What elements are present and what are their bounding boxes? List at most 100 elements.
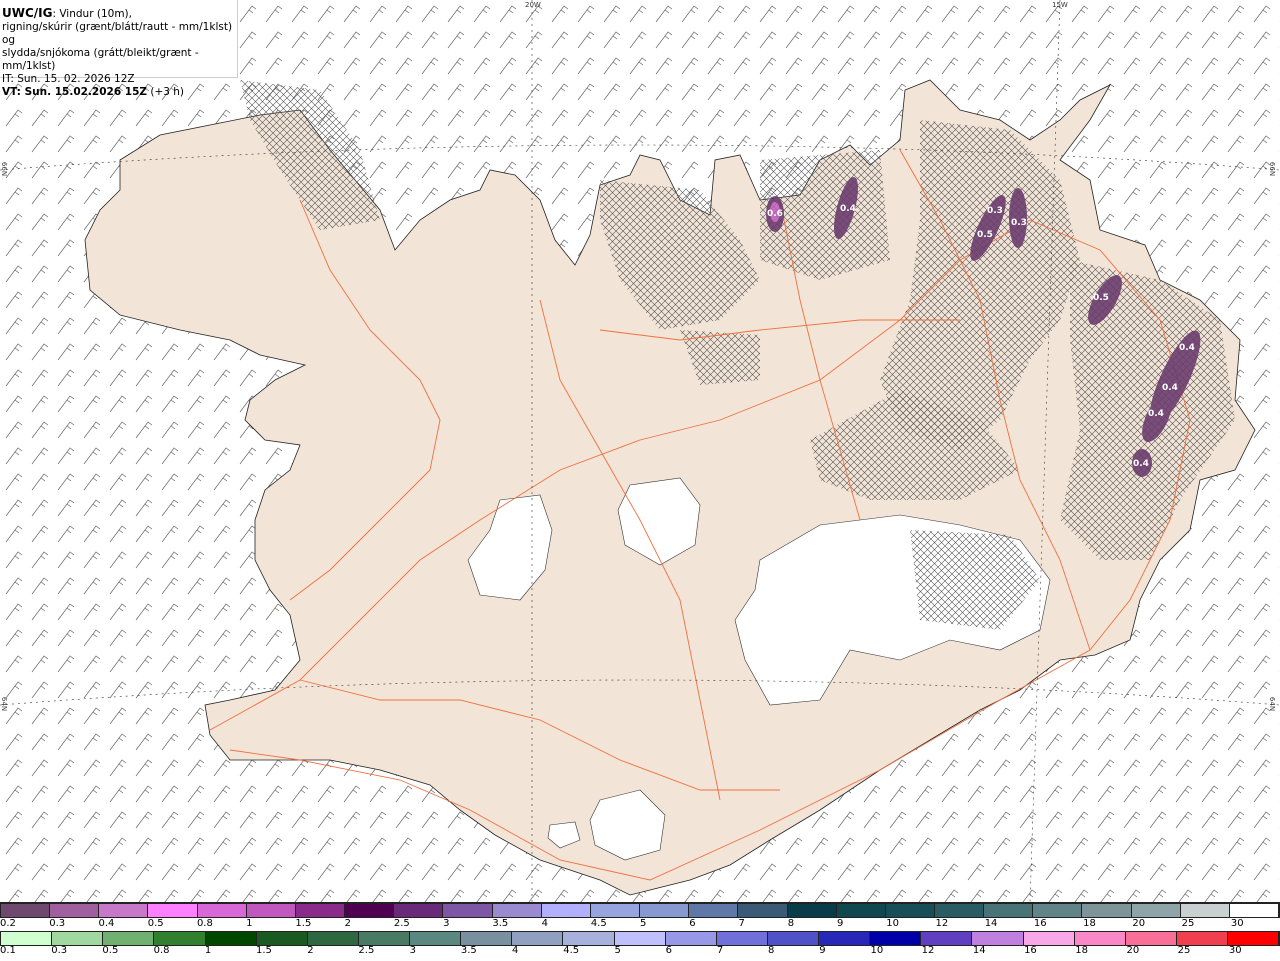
legend-label: 0.3 xyxy=(51,945,68,956)
legend-label: 9 xyxy=(836,918,844,929)
legend-swatch xyxy=(819,932,871,945)
legend-label: 16 xyxy=(1024,945,1037,956)
legend-swatch xyxy=(443,904,493,917)
legend-label: 0.5 xyxy=(147,918,164,929)
legend-swatch xyxy=(665,932,717,945)
info-line2: rigning/skúrir (grænt/blátt/rautt - mm/1… xyxy=(2,21,233,46)
svg-text:0.4: 0.4 xyxy=(1162,383,1178,393)
legend-swatch xyxy=(1229,904,1280,917)
legend-label: 3 xyxy=(409,945,416,956)
legend-label: 4.5 xyxy=(563,945,580,956)
info-box: UWC/IG: Vindur (10m), rigning/skúrir (gr… xyxy=(0,0,238,98)
legend-swatch xyxy=(307,932,359,945)
valid-offset: (+3 h) xyxy=(147,86,185,98)
svg-text:0.5: 0.5 xyxy=(977,230,993,240)
legend-label: 20 xyxy=(1126,945,1140,956)
legend-swatch xyxy=(197,904,247,917)
legend-label: 6 xyxy=(689,918,696,929)
info-line3: slydda/snjókoma (grátt/bleikt/grænt - mm… xyxy=(2,47,199,72)
init-time: IT: Sun. 15. 02. 2026 12Z xyxy=(2,73,135,85)
legend-label: 0.2 xyxy=(0,918,16,929)
info-line1: : Vindur (10m), xyxy=(52,8,132,20)
lat-label-66n-left: 66N xyxy=(0,161,9,177)
svg-text:0.4: 0.4 xyxy=(1133,459,1149,469)
legend-label: 18 xyxy=(1075,945,1088,956)
legend-swatch xyxy=(1125,932,1177,945)
lat-label-64n-right: 64N xyxy=(1268,696,1277,712)
legend-rain-colorbar xyxy=(0,931,1280,946)
legend-label: 10 xyxy=(870,945,884,956)
svg-text:0.4: 0.4 xyxy=(1179,343,1195,353)
legend-label: 18 xyxy=(1083,918,1096,929)
legend-swatch xyxy=(836,904,886,917)
legend-label: 9 xyxy=(819,945,826,956)
legend-swatch xyxy=(148,904,198,917)
legend-label: 1.5 xyxy=(256,945,272,956)
legend-swatch xyxy=(716,932,768,945)
legend-swatch xyxy=(1,904,51,917)
lat-label-66n-right: 66N xyxy=(1268,161,1277,177)
legend-label: 0.3 xyxy=(49,918,66,929)
legend-swatch xyxy=(394,904,444,917)
legend-label: 16 xyxy=(1033,918,1047,929)
svg-text:0.5: 0.5 xyxy=(1093,293,1109,303)
legend-label: 7 xyxy=(716,945,724,956)
svg-text:0.4: 0.4 xyxy=(840,204,856,214)
legend-label: 0.1 xyxy=(0,945,16,956)
legend-swatch xyxy=(563,932,615,945)
legend-swatch xyxy=(640,904,690,917)
legend-label: 4 xyxy=(512,945,519,956)
legend-swatch xyxy=(461,932,513,945)
legend-swatch xyxy=(492,904,542,917)
legend-label: 14 xyxy=(984,918,998,929)
legend-swatch xyxy=(103,932,155,945)
legend-label: 2 xyxy=(344,918,352,929)
legend-label: 2.5 xyxy=(393,918,410,929)
legend-swatch xyxy=(767,932,819,945)
legend-swatch xyxy=(870,932,922,945)
legend-swatch xyxy=(614,932,666,945)
legend-label: 30 xyxy=(1230,918,1244,929)
legend-swatch xyxy=(1033,904,1083,917)
legend-swatch xyxy=(52,932,104,945)
legend-label: 4 xyxy=(541,918,548,929)
legend-label: 0.5 xyxy=(102,945,119,956)
legend-swatch xyxy=(921,932,973,945)
lat-label-64n-left: 64N xyxy=(0,696,9,712)
svg-text:0.3: 0.3 xyxy=(987,206,1003,216)
legend-swatch xyxy=(1023,932,1075,945)
legend-label: 1.5 xyxy=(295,918,312,929)
legend-swatch xyxy=(738,904,788,917)
legend-label: 25 xyxy=(1177,945,1191,956)
legend-swatch xyxy=(984,904,1034,917)
legend-swatch xyxy=(99,904,149,917)
svg-text:0.3: 0.3 xyxy=(1011,218,1027,228)
legend-label: 0.8 xyxy=(153,945,170,956)
lon-label-20w: 20W xyxy=(525,1,541,9)
legend-snow-labels: 0.2 0.3 0.4 0.5 0.8 1 1.5 2 2.5 3 3.5 4 4.5 5 6 7 8 9 10 12… xyxy=(0,918,1280,929)
valid-time: VT: Sun. 15.02.2026 15Z xyxy=(2,86,148,98)
legend-swatch xyxy=(205,932,257,945)
legend-swatch xyxy=(1176,932,1228,945)
legend-label: 0.4 xyxy=(98,918,115,929)
legend-label: 20 xyxy=(1132,918,1146,929)
legend-swatch xyxy=(1074,932,1126,945)
legend-label: 3 xyxy=(443,918,450,929)
legend-label: 10 xyxy=(886,918,899,929)
legend-swatch xyxy=(1082,904,1132,917)
legend-swatch xyxy=(1131,904,1181,917)
legend-label: 3.5 xyxy=(460,945,477,956)
legend-swatch xyxy=(358,932,410,945)
legend-swatch xyxy=(885,904,935,917)
legend-label: 12 xyxy=(935,918,949,929)
legend-label: 14 xyxy=(972,945,986,956)
legend-label: 30 xyxy=(1228,945,1242,956)
legend-label: 25 xyxy=(1181,918,1195,929)
svg-text:0.6: 0.6 xyxy=(767,209,783,219)
weather-map: 0.6 0.4 0.3 0.3 0.5 0.5 0.4 0.4 0.4 0.4 xyxy=(0,0,1280,902)
legend-swatch xyxy=(246,904,296,917)
legend-label: 4.5 xyxy=(590,918,607,929)
legend-label: 12 xyxy=(921,945,935,956)
legend-swatch xyxy=(1228,932,1280,945)
legend-swatch xyxy=(934,904,985,917)
